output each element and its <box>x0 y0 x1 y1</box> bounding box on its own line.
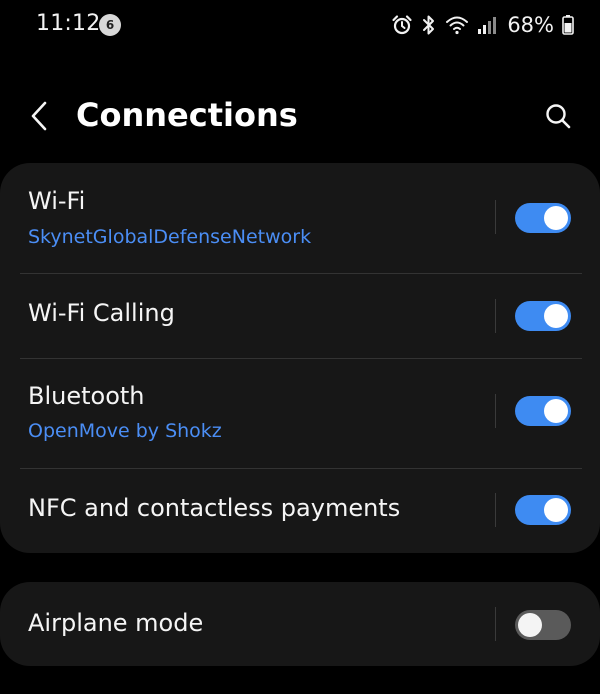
battery-icon <box>562 14 574 36</box>
header: Connections <box>0 88 600 148</box>
toggle-knob <box>544 498 568 522</box>
back-button[interactable] <box>22 98 56 138</box>
wifi-calling-label: Wi-Fi Calling <box>28 299 175 327</box>
toggle-knob <box>544 304 568 328</box>
wifi-row[interactable]: Wi-Fi SkynetGlobalDefenseNetwork <box>0 163 600 273</box>
alarm-icon <box>391 14 413 36</box>
wifi-toggle[interactable] <box>515 203 571 233</box>
nfc-toggle[interactable] <box>515 495 571 525</box>
status-time: 11:12 <box>36 11 101 36</box>
row-divider <box>495 299 496 333</box>
chevron-left-icon <box>29 101 49 135</box>
row-divider <box>495 493 496 527</box>
bluetooth-icon <box>421 14 437 36</box>
toggle-knob <box>544 206 568 230</box>
airplane-mode-row[interactable]: Airplane mode <box>0 582 600 666</box>
bluetooth-label: Bluetooth <box>28 382 145 410</box>
nfc-label: NFC and contactless payments <box>28 494 401 522</box>
wifi-network-name: SkynetGlobalDefenseNetwork <box>28 226 312 248</box>
search-icon <box>544 102 572 134</box>
row-divider <box>495 394 496 428</box>
search-button[interactable] <box>538 98 578 138</box>
toggle-knob <box>518 613 542 637</box>
battery-percentage: 68% <box>507 13 554 37</box>
row-divider <box>495 607 496 641</box>
bluetooth-toggle[interactable] <box>515 396 571 426</box>
airplane-mode-card: Airplane mode <box>0 582 600 666</box>
wifi-calling-toggle[interactable] <box>515 301 571 331</box>
wifi-label: Wi-Fi <box>28 187 86 215</box>
toggle-knob <box>544 399 568 423</box>
row-divider <box>495 200 496 234</box>
status-bar: 11:12 6 68% <box>0 0 600 52</box>
signal-icon <box>477 15 497 35</box>
wifi-icon <box>445 14 469 36</box>
page-title: Connections <box>76 96 298 134</box>
airplane-mode-label: Airplane mode <box>28 609 204 637</box>
bluetooth-row[interactable]: Bluetooth OpenMove by Shokz <box>0 359 600 468</box>
notification-count-badge: 6 <box>99 14 121 36</box>
bluetooth-device-name: OpenMove by Shokz <box>28 420 222 442</box>
wifi-calling-row[interactable]: Wi-Fi Calling <box>0 274 600 358</box>
status-icons: 68% <box>391 12 574 38</box>
connections-settings-card: Wi-Fi SkynetGlobalDefenseNetwork Wi-Fi C… <box>0 163 600 553</box>
airplane-mode-toggle[interactable] <box>515 610 571 640</box>
nfc-row[interactable]: NFC and contactless payments <box>0 469 600 553</box>
